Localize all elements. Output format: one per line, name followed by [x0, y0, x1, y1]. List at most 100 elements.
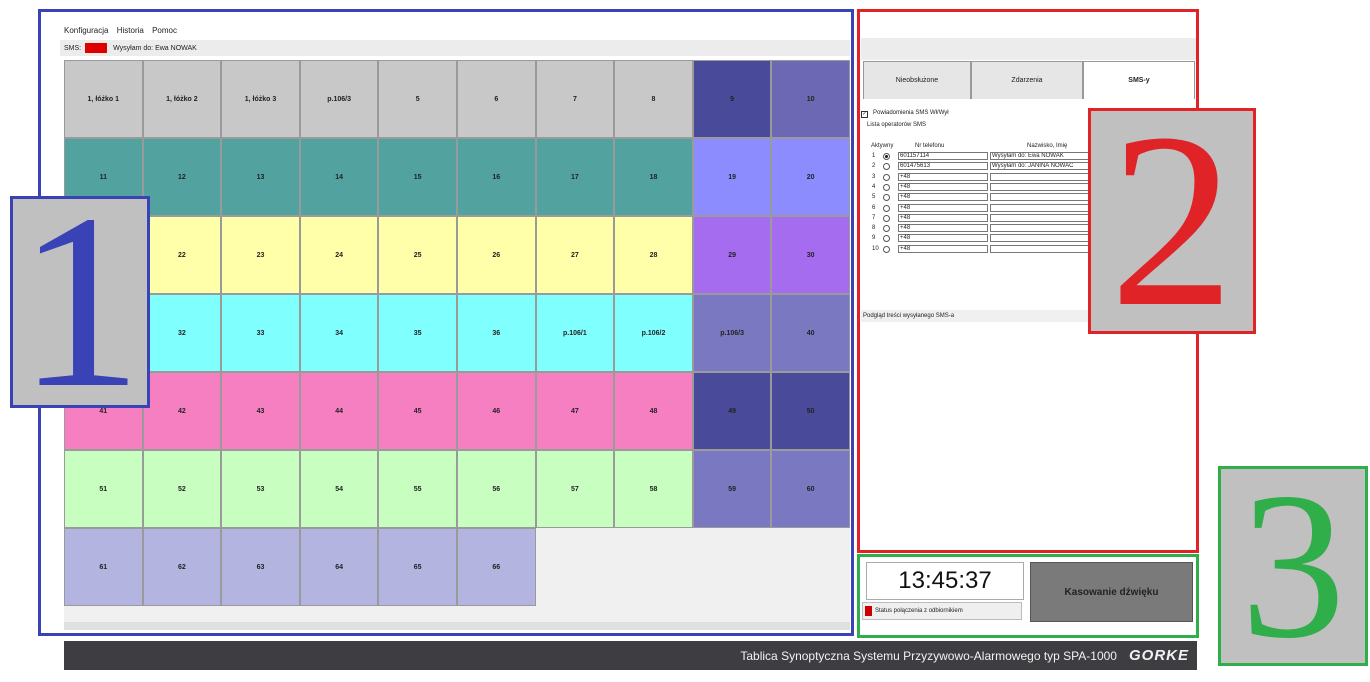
room-tile[interactable]: 13	[221, 138, 300, 216]
room-tile[interactable]: 7	[535, 60, 615, 138]
room-tile[interactable]: 5	[378, 60, 457, 138]
room-tile[interactable]: 23	[221, 216, 300, 294]
room-tile[interactable]: 34	[299, 294, 379, 372]
room-tile[interactable]: 60	[771, 450, 850, 528]
operator-name-field[interactable]	[990, 224, 1094, 233]
sms-notif-checkbox[interactable]: ✓	[861, 111, 868, 118]
room-tile[interactable]: p.106/3	[299, 60, 379, 138]
room-tile[interactable]: 22	[142, 216, 222, 294]
room-tile[interactable]: 9	[692, 60, 772, 138]
operator-phone-field[interactable]: +48	[898, 172, 988, 181]
room-tile[interactable]: 58	[614, 450, 693, 528]
operator-name-field[interactable]	[990, 213, 1094, 222]
menu-pomoc[interactable]: Pomoc	[152, 26, 177, 35]
operator-radio[interactable]	[883, 225, 890, 233]
operator-phone-field[interactable]: +48	[898, 234, 988, 243]
operator-name-field[interactable]	[990, 244, 1094, 253]
horizontal-scrollbar[interactable]	[64, 622, 850, 630]
operator-radio[interactable]	[883, 204, 890, 212]
room-tile[interactable]: 29	[692, 216, 772, 294]
room-tile[interactable]: 24	[299, 216, 379, 294]
room-tile[interactable]: 8	[614, 60, 693, 138]
room-tile[interactable]: 46	[457, 372, 536, 450]
room-tile[interactable]: 55	[378, 450, 457, 528]
room-tile[interactable]: 62	[142, 528, 222, 606]
operator-radio[interactable]	[883, 183, 890, 191]
operator-name-field[interactable]	[990, 193, 1094, 202]
operator-radio[interactable]	[883, 194, 890, 202]
room-tile[interactable]: 25	[378, 216, 457, 294]
room-tile[interactable]: 64	[299, 528, 379, 606]
room-tile[interactable]: 49	[692, 372, 772, 450]
room-tile[interactable]: 15	[378, 138, 457, 216]
room-tile[interactable]: 16	[457, 138, 536, 216]
room-tile[interactable]: 52	[142, 450, 222, 528]
room-tile[interactable]: 35	[378, 294, 457, 372]
room-tile[interactable]: 44	[299, 372, 379, 450]
room-tile[interactable]: 53	[221, 450, 300, 528]
room-tile[interactable]: 57	[535, 450, 615, 528]
room-tile[interactable]: 61	[64, 528, 143, 606]
room-tile[interactable]: 50	[771, 372, 850, 450]
room-tile[interactable]: 6	[457, 60, 536, 138]
operator-phone-field[interactable]: +48	[898, 193, 988, 202]
room-tile[interactable]: 28	[614, 216, 693, 294]
room-tile[interactable]: 65	[378, 528, 457, 606]
room-tile[interactable]: 30	[771, 216, 850, 294]
room-tile[interactable]: 12	[142, 138, 222, 216]
room-tile[interactable]: 42	[142, 372, 222, 450]
room-tile[interactable]: 54	[299, 450, 379, 528]
operator-name-field[interactable]	[990, 182, 1094, 191]
operator-name-field[interactable]: Wysyłam do: JANINA NOWAC	[990, 162, 1094, 171]
room-tile[interactable]: 27	[535, 216, 615, 294]
operator-phone-field[interactable]: +48	[898, 244, 988, 253]
operator-phone-field[interactable]: +48	[898, 203, 988, 212]
room-tile[interactable]: 1, łóżko 2	[142, 60, 222, 138]
operator-name-field[interactable]	[990, 203, 1094, 212]
room-tile[interactable]: 45	[378, 372, 457, 450]
operator-phone-field[interactable]: 601157114	[898, 152, 988, 160]
room-tile[interactable]: 10	[771, 60, 850, 138]
room-tile[interactable]: 26	[457, 216, 536, 294]
room-tile[interactable]: 48	[614, 372, 693, 450]
tab-zdarzenia[interactable]: Zdarzenia	[971, 61, 1083, 99]
operator-radio[interactable]	[883, 214, 890, 222]
room-tile[interactable]: 63	[221, 528, 300, 606]
room-tile[interactable]: 14	[299, 138, 379, 216]
room-tile[interactable]: 32	[142, 294, 222, 372]
room-tile[interactable]: 47	[535, 372, 615, 450]
operator-name-field[interactable]	[990, 234, 1094, 243]
room-tile[interactable]: 56	[457, 450, 536, 528]
room-tile[interactable]: p.106/1	[535, 294, 615, 372]
room-tile[interactable]: 40	[771, 294, 850, 372]
room-tile[interactable]: p.106/3	[692, 294, 772, 372]
operator-phone-field[interactable]: +48	[898, 182, 988, 191]
room-tile[interactable]: 1, łóżko 3	[221, 60, 300, 138]
room-tile[interactable]: 19	[692, 138, 772, 216]
room-tile[interactable]: 1, łóżko 1	[64, 60, 143, 138]
operator-name-field[interactable]: Wysyłam do: Ewa NOWAK	[990, 152, 1094, 160]
room-tile[interactable]: 43	[221, 372, 300, 450]
operator-name-field[interactable]	[990, 172, 1094, 181]
operator-phone-field[interactable]: +48	[898, 213, 988, 222]
room-tile[interactable]: 66	[457, 528, 536, 606]
tab-nieobsluzone[interactable]: Nieobsłużone	[863, 61, 971, 99]
room-tile[interactable]: 18	[614, 138, 693, 216]
operator-radio[interactable]	[883, 153, 890, 160]
operator-phone-field[interactable]: 601475613	[898, 162, 988, 171]
reset-sound-button[interactable]: Kasowanie dźwięku	[1030, 562, 1193, 622]
operator-radio[interactable]	[883, 235, 890, 243]
room-tile[interactable]: p.106/2	[614, 294, 693, 372]
operator-radio[interactable]	[883, 173, 890, 181]
operator-radio[interactable]	[883, 163, 890, 171]
operator-radio[interactable]	[883, 245, 890, 253]
room-tile[interactable]: 17	[535, 138, 615, 216]
menu-historia[interactable]: Historia	[117, 26, 144, 35]
room-tile[interactable]: 33	[221, 294, 300, 372]
operator-phone-field[interactable]: +48	[898, 224, 988, 233]
room-tile[interactable]: 20	[771, 138, 850, 216]
menu-konfiguracja[interactable]: Konfiguracja	[64, 26, 108, 35]
room-tile[interactable]: 59	[692, 450, 772, 528]
room-tile[interactable]: 51	[64, 450, 143, 528]
room-tile[interactable]: 36	[457, 294, 536, 372]
